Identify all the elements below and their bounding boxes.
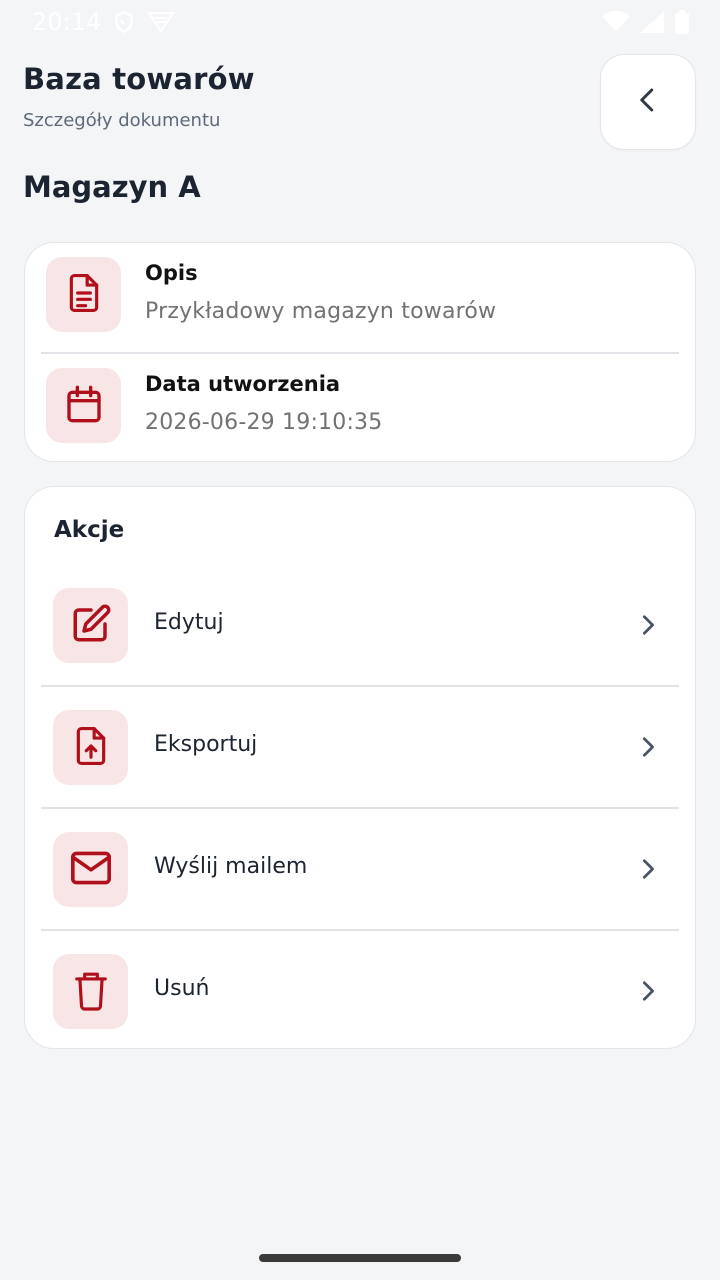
shield-icon: [111, 9, 137, 35]
action-edit[interactable]: Edytuj: [25, 563, 695, 685]
detail-row-description: Opis Przykładowy magazyn towarów: [25, 243, 695, 353]
document-icon: [65, 272, 103, 318]
chevron-right-icon: [637, 857, 659, 885]
wifi-icon: [602, 11, 630, 33]
chevron-right-icon: [637, 979, 659, 1007]
icon-tile: [53, 954, 128, 1029]
home-indicator[interactable]: [259, 1254, 461, 1262]
status-right: [602, 10, 690, 34]
action-send-mail[interactable]: Wyślij mailem: [25, 807, 695, 929]
battery-icon: [674, 10, 690, 34]
calendar-icon: [64, 384, 104, 428]
status-time: 20:14: [32, 8, 102, 36]
header: Baza towarów Szczegóły dokumentu: [23, 62, 255, 131]
action-label: Usuń: [154, 976, 210, 1001]
file-export-icon: [72, 725, 110, 771]
edit-icon: [70, 603, 112, 649]
detail-value: 2026-06-29 19:10:35: [145, 410, 383, 435]
action-export[interactable]: Eksportuj: [25, 685, 695, 807]
icon-tile: [53, 588, 128, 663]
detail-label: Data utworzenia: [145, 372, 341, 396]
icon-tile: [53, 832, 128, 907]
action-label: Edytuj: [154, 610, 224, 635]
section-title: Magazyn A: [23, 170, 201, 204]
chevron-right-icon: [637, 613, 659, 641]
detail-label: Opis: [145, 261, 198, 285]
action-label: Eksportuj: [154, 732, 258, 757]
action-delete[interactable]: Usuń: [25, 929, 695, 1051]
back-button[interactable]: [600, 54, 696, 150]
status-left: 20:14: [32, 8, 176, 36]
page-title: Baza towarów: [23, 62, 255, 96]
page-subtitle: Szczegóły dokumentu: [23, 110, 221, 131]
chevron-right-icon: [637, 735, 659, 763]
detail-row-created-date: Data utworzenia 2026-06-29 19:10:35: [25, 354, 695, 464]
vpn-icon: [147, 9, 176, 35]
icon-tile: [46, 368, 121, 443]
trash-icon: [72, 969, 110, 1015]
detail-value: Przykładowy magazyn towarów: [145, 299, 497, 324]
signal-icon: [640, 11, 664, 33]
icon-tile: [46, 257, 121, 332]
chevron-left-icon: [633, 85, 663, 119]
icon-tile: [53, 710, 128, 785]
mail-icon: [69, 848, 113, 892]
action-label: Wyślij mailem: [154, 854, 308, 879]
status-bar: 20:14: [0, 0, 720, 44]
actions-card: Akcje Edytuj Eksportuj Wyślij mailem Usu…: [24, 486, 696, 1049]
actions-title: Akcje: [54, 517, 125, 543]
details-card: Opis Przykładowy magazyn towarów Data ut…: [24, 242, 696, 462]
